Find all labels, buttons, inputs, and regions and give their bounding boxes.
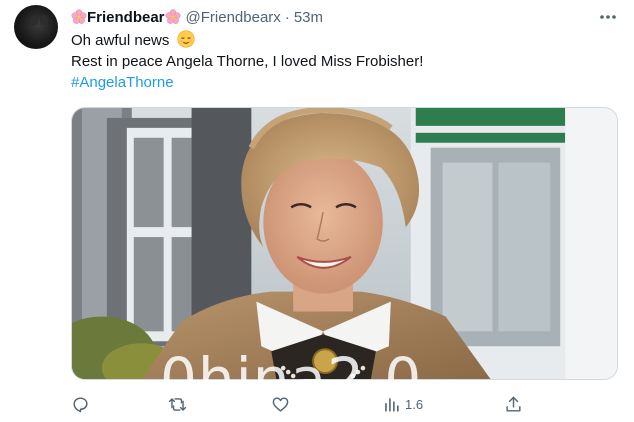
reply-button[interactable] bbox=[71, 393, 90, 415]
tweet-header: Friendbear @Friendbearx · 53m bbox=[71, 7, 323, 27]
tweet-text-line: Oh awful news bbox=[71, 32, 170, 49]
tweet-line-2: Rest in peace Angela Thorne, I loved Mis… bbox=[71, 53, 424, 70]
reply-icon bbox=[71, 395, 90, 414]
views-button[interactable]: 1.6 bbox=[382, 393, 423, 415]
cherry-blossom-icon bbox=[165, 9, 181, 25]
cherry-blossom-icon bbox=[71, 9, 87, 25]
display-name[interactable]: Friendbear bbox=[87, 9, 165, 26]
retweet-button[interactable] bbox=[168, 393, 187, 415]
timestamp[interactable]: 53m bbox=[294, 9, 323, 26]
views-count: 1.6 bbox=[405, 396, 424, 412]
tweet-actions: 1.6 bbox=[71, 393, 551, 415]
bear-ear-right bbox=[40, 15, 48, 25]
views-icon bbox=[382, 395, 401, 414]
bear-ear-left bbox=[30, 15, 38, 25]
tweet-line-1: Oh awful news bbox=[71, 30, 423, 51]
like-button[interactable] bbox=[271, 393, 290, 415]
retweet-icon bbox=[168, 395, 187, 414]
heart-icon bbox=[271, 395, 290, 414]
relieved-face-emoji-icon bbox=[176, 30, 195, 48]
tweet-photo[interactable] bbox=[71, 107, 618, 380]
separator-dot: · bbox=[284, 8, 290, 26]
hashtag-link[interactable]: #AngelaThorne bbox=[71, 72, 423, 93]
share-button[interactable] bbox=[504, 393, 523, 415]
more-options-icon[interactable] bbox=[598, 8, 618, 26]
user-handle[interactable]: @Friendbearx bbox=[186, 9, 281, 26]
share-icon bbox=[504, 395, 523, 414]
tweet-text: Oh awful news Rest in peace Angela Thorn… bbox=[71, 30, 423, 93]
avatar[interactable] bbox=[14, 5, 58, 49]
